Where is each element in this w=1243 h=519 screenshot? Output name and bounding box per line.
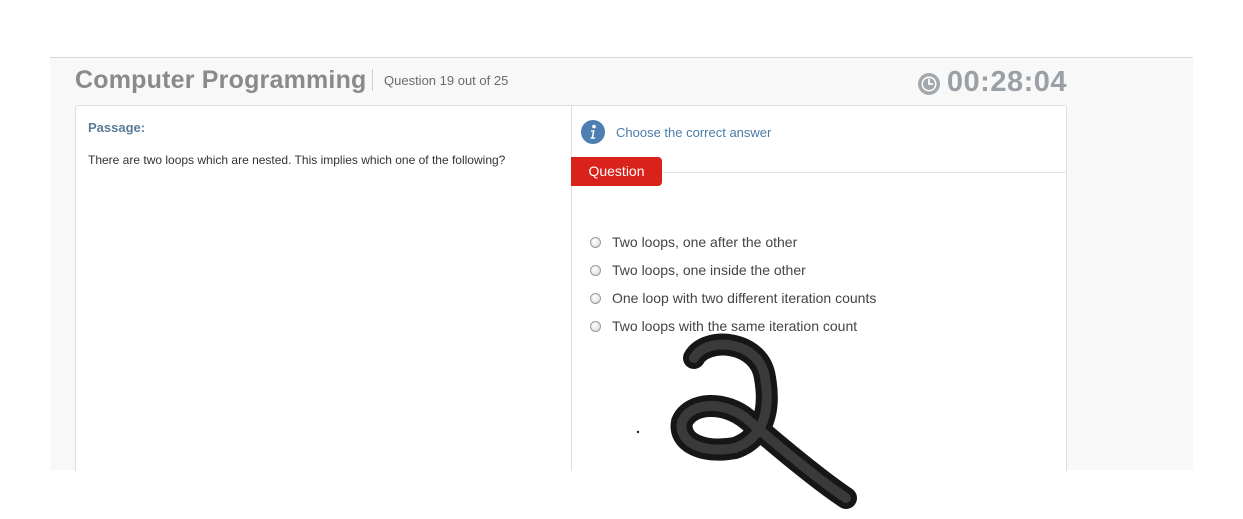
page-title: Computer Programming	[75, 66, 367, 94]
option-label[interactable]: Two loops, one inside the other	[612, 262, 806, 278]
timer: 00:28:04	[917, 66, 1067, 99]
header-divider	[372, 69, 373, 91]
info-icon	[581, 120, 605, 144]
radio-button[interactable]	[590, 320, 601, 332]
question-card: Passage: There are two loops which are n…	[75, 105, 1067, 471]
answer-options: Two loops, one after the other Two loops…	[590, 228, 876, 340]
instruction: Choose the correct answer	[581, 120, 771, 144]
answer-option[interactable]: Two loops, one after the other	[590, 228, 876, 256]
radio-button[interactable]	[590, 264, 601, 276]
clock-icon	[917, 73, 940, 95]
option-label[interactable]: Two loops, one after the other	[612, 234, 797, 250]
question-counter: Question 19 out of 25	[384, 73, 509, 88]
passage-text: There are two loops which are nested. Th…	[88, 153, 506, 167]
handwritten-mark	[636, 333, 857, 509]
passage-pane: Passage: There are two loops which are n…	[76, 106, 572, 471]
question-tab: Question	[571, 157, 662, 186]
radio-button[interactable]	[590, 292, 601, 304]
radio-button[interactable]	[590, 236, 601, 248]
instruction-text: Choose the correct answer	[616, 124, 772, 140]
timer-value: 00:28:04	[946, 66, 1067, 98]
answer-option[interactable]: Two loops, one inside the other	[590, 256, 876, 284]
option-label[interactable]: One loop with two different iteration co…	[612, 290, 876, 306]
passage-label: Passage:	[88, 120, 146, 135]
answer-option[interactable]: One loop with two different iteration co…	[590, 284, 876, 312]
